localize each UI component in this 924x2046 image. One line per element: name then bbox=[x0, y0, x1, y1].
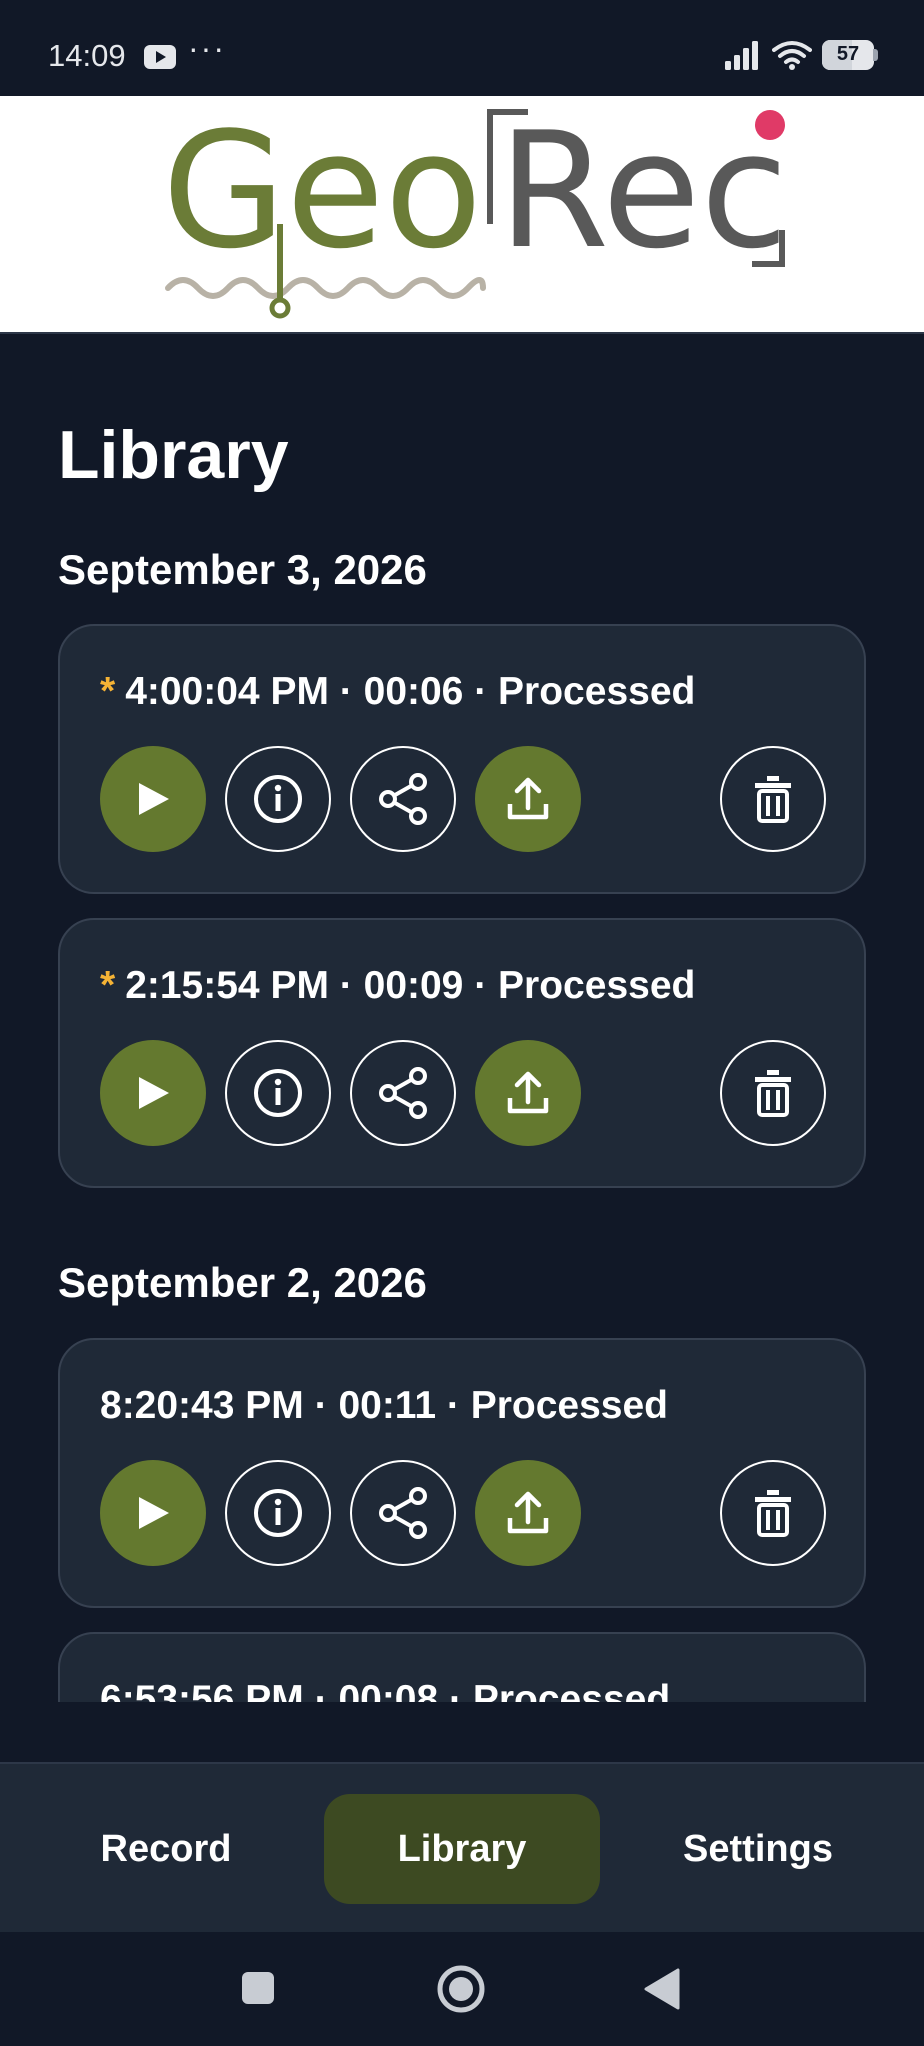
youtube-icon bbox=[144, 45, 176, 69]
share-icon bbox=[379, 1487, 427, 1539]
logo-banner: Geo Rec bbox=[0, 96, 924, 334]
signal-icon bbox=[725, 41, 758, 70]
page-title: Library bbox=[58, 417, 289, 493]
trash-icon bbox=[755, 1070, 791, 1117]
logo-rec: Rec bbox=[498, 97, 788, 284]
recording-title: * 4:00:04 PM · 00:06 · Processed bbox=[100, 670, 696, 713]
starred-icon: * bbox=[100, 670, 116, 713]
recording-duration: 00:06 bbox=[363, 670, 464, 713]
recording-duration: 00:11 bbox=[338, 1384, 437, 1427]
share-icon bbox=[379, 773, 427, 825]
upload-button[interactable] bbox=[475, 1040, 581, 1146]
info-icon bbox=[254, 775, 302, 823]
status-time: 14:09 bbox=[48, 38, 126, 73]
upload-icon bbox=[507, 777, 549, 820]
info-button[interactable] bbox=[225, 1460, 331, 1566]
recording-status: Processed bbox=[472, 1678, 671, 1702]
recording-card: * 4:00:04 PM · 00:06 · Processed bbox=[58, 624, 866, 894]
info-icon bbox=[254, 1069, 302, 1117]
nav-library[interactable]: Library bbox=[324, 1794, 600, 1904]
recording-time: 2:15:54 PM bbox=[125, 964, 329, 1007]
info-button[interactable] bbox=[225, 746, 331, 852]
recording-card: * 2:15:54 PM · 00:09 · Processed bbox=[58, 918, 866, 1188]
delete-button[interactable] bbox=[720, 1460, 826, 1566]
wifi-icon bbox=[772, 41, 812, 70]
recording-status: Processed bbox=[498, 670, 696, 713]
back-icon[interactable] bbox=[644, 1968, 680, 2010]
recording-card: 8:20:43 PM · 00:11 · Processed bbox=[58, 1338, 866, 1608]
info-button[interactable] bbox=[225, 1040, 331, 1146]
recording-duration: 00:08 bbox=[338, 1678, 439, 1702]
recording-time: 6:53:56 PM bbox=[100, 1678, 304, 1702]
delete-button[interactable] bbox=[720, 1040, 826, 1146]
info-icon bbox=[254, 1489, 302, 1537]
starred-icon: * bbox=[100, 964, 116, 1007]
share-button[interactable] bbox=[350, 746, 456, 852]
library-list[interactable]: Library September 3, 2026 * 4:00:04 PM · … bbox=[0, 336, 924, 1702]
bottom-nav: Record Library Settings bbox=[0, 1762, 924, 1932]
share-button[interactable] bbox=[350, 1460, 456, 1566]
recording-title: 6:53:56 PM · 00:08 · Processed bbox=[100, 1678, 670, 1702]
date-heading: September 3, 2026 bbox=[58, 546, 427, 593]
battery-icon: 57 bbox=[822, 40, 878, 70]
recording-time: 8:20:43 PM bbox=[100, 1384, 304, 1427]
status-bar: 14:09 ··· 57 bbox=[0, 0, 924, 96]
upload-button[interactable] bbox=[475, 1460, 581, 1566]
recording-duration: 00:09 bbox=[363, 964, 464, 1007]
upload-icon bbox=[507, 1491, 549, 1534]
upload-icon bbox=[507, 1071, 549, 1114]
nav-record[interactable]: Record bbox=[28, 1794, 304, 1904]
georec-logo: Geo Rec bbox=[162, 97, 788, 319]
share-button[interactable] bbox=[350, 1040, 456, 1146]
recording-title: 8:20:43 PM · 00:11 · Processed bbox=[100, 1384, 669, 1427]
more-notifications-icon: ··· bbox=[188, 30, 226, 66]
play-button[interactable] bbox=[100, 746, 206, 852]
share-icon bbox=[379, 1067, 427, 1119]
system-nav-bar bbox=[0, 1932, 924, 2046]
nav-settings[interactable]: Settings bbox=[620, 1794, 896, 1904]
play-icon bbox=[139, 1497, 169, 1529]
date-heading: September 2, 2026 bbox=[58, 1259, 427, 1306]
recording-card: 6:53:56 PM · 00:08 · Processed bbox=[58, 1632, 866, 1702]
delete-button[interactable] bbox=[720, 746, 826, 852]
recents-icon[interactable] bbox=[240, 1970, 276, 2006]
play-icon bbox=[139, 1077, 169, 1109]
recording-status: Processed bbox=[470, 1384, 669, 1427]
recording-time: 4:00:04 PM bbox=[125, 670, 329, 713]
recording-title: * 2:15:54 PM · 00:09 · Processed bbox=[100, 964, 696, 1007]
trash-icon bbox=[755, 776, 791, 823]
recording-status: Processed bbox=[498, 964, 696, 1007]
status-right: 57 bbox=[724, 40, 878, 70]
play-icon bbox=[139, 783, 169, 815]
play-button[interactable] bbox=[100, 1460, 206, 1566]
upload-button[interactable] bbox=[475, 746, 581, 852]
battery-percent: 57 bbox=[836, 43, 860, 65]
trash-icon bbox=[755, 1490, 791, 1537]
logo-geo: Geo bbox=[162, 97, 482, 284]
play-button[interactable] bbox=[100, 1040, 206, 1146]
home-icon[interactable] bbox=[436, 1964, 486, 2014]
